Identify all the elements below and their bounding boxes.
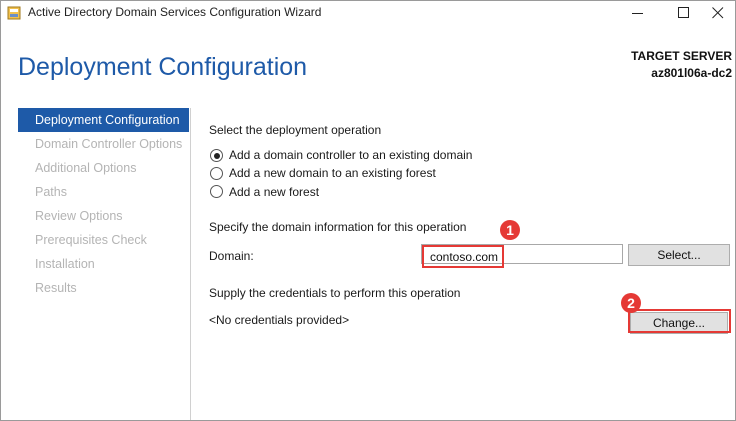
callout-badge-2: 2 bbox=[621, 293, 641, 313]
radio-new-forest[interactable] bbox=[210, 185, 223, 198]
radio-new-domain[interactable] bbox=[210, 167, 223, 180]
window-title: Active Directory Domain Services Configu… bbox=[28, 5, 322, 19]
callout-badge-1: 1 bbox=[500, 220, 520, 240]
close-button[interactable] bbox=[698, 1, 736, 25]
operation-heading: Select the deployment operation bbox=[209, 123, 382, 137]
target-server-label: TARGET SERVER bbox=[631, 49, 732, 63]
title-bar: Active Directory Domain Services Configu… bbox=[1, 1, 735, 25]
domain-highlight-box: contoso.com bbox=[422, 245, 504, 268]
nav-item-domain-controller-options: Domain Controller Options bbox=[35, 137, 183, 151]
server-manager-icon bbox=[7, 6, 21, 20]
radio-new-forest-label[interactable]: Add a new forest bbox=[229, 185, 319, 199]
nav-item-deployment-configuration[interactable]: Deployment Configuration bbox=[18, 108, 189, 132]
change-highlight-box bbox=[628, 309, 731, 333]
nav-item-prerequisites-check: Prerequisites Check bbox=[35, 233, 147, 247]
minimize-button[interactable] bbox=[618, 1, 658, 25]
domain-value[interactable]: contoso.com bbox=[430, 250, 498, 264]
credentials-value: <No credentials provided> bbox=[209, 313, 350, 327]
nav-item-review-options: Review Options bbox=[35, 209, 123, 223]
radio-existing-domain-label[interactable]: Add a domain controller to an existing d… bbox=[229, 148, 472, 162]
target-server-value: az801l06a-dc2 bbox=[651, 66, 732, 80]
nav-item-additional-options: Additional Options bbox=[35, 161, 137, 175]
radio-new-domain-label[interactable]: Add a new domain to an existing forest bbox=[229, 166, 436, 180]
wizard-nav: Deployment Configuration Domain Controll… bbox=[18, 108, 190, 300]
nav-divider bbox=[190, 108, 191, 420]
domain-label: Domain: bbox=[209, 249, 254, 263]
wizard-window: Active Directory Domain Services Configu… bbox=[0, 0, 736, 421]
nav-item-paths: Paths bbox=[35, 185, 67, 199]
page-title: Deployment Configuration bbox=[18, 53, 308, 81]
select-button[interactable]: Select... bbox=[628, 244, 730, 266]
nav-item-installation: Installation bbox=[35, 257, 95, 271]
credentials-heading: Supply the credentials to perform this o… bbox=[209, 286, 461, 300]
nav-item-results: Results bbox=[35, 281, 77, 295]
radio-existing-domain[interactable] bbox=[210, 149, 223, 162]
domain-heading: Specify the domain information for this … bbox=[209, 220, 467, 234]
